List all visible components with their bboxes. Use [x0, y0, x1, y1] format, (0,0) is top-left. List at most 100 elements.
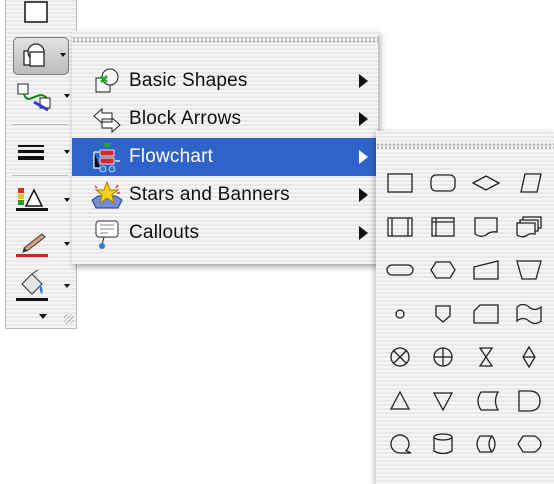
flowchart-shape-manual-operation[interactable]	[509, 250, 549, 290]
menu-item-flowchart[interactable]: Flowchart	[72, 138, 378, 176]
chevron-down-icon[interactable]	[64, 284, 70, 288]
flowchart-shape-card[interactable]	[466, 294, 506, 334]
or-icon	[433, 347, 453, 367]
sort-icon	[522, 345, 536, 369]
flowchart-shape-connector[interactable]	[380, 294, 420, 334]
fill-color-button[interactable]	[14, 184, 70, 218]
flowchart-shape-display[interactable]	[509, 424, 549, 464]
flowchart-shape-document[interactable]	[466, 207, 506, 247]
flowchart-shape-punched-tape[interactable]	[509, 294, 549, 334]
paint-bucket-icon	[16, 270, 48, 301]
chevron-down-icon[interactable]	[64, 198, 70, 202]
flowchart-shape-extract[interactable]	[380, 381, 420, 421]
flowchart-shape-manual-input[interactable]	[466, 250, 506, 290]
chevron-down-icon[interactable]	[60, 53, 66, 57]
resize-grip[interactable]	[64, 314, 74, 324]
basic-shapes-icon	[95, 68, 119, 93]
tearoff-handle[interactable]	[72, 37, 378, 43]
rectangle-tool-button[interactable]	[14, 0, 64, 34]
manual-operation-icon	[516, 260, 542, 280]
stored-data-icon	[477, 390, 500, 411]
flowchart-shape-delay[interactable]	[509, 381, 549, 421]
manual-input-icon	[473, 260, 499, 280]
flowchart-icon	[93, 143, 120, 173]
menu-item-stars-and-banners[interactable]: Stars and Banners	[72, 176, 378, 214]
predefined-process-icon	[387, 216, 413, 237]
internal-storage-icon	[431, 216, 455, 237]
flowchart-shape-data[interactable]	[509, 163, 549, 203]
flowchart-shape-collate[interactable]	[466, 337, 506, 377]
callouts-icon	[95, 220, 119, 249]
punched-tape-icon	[516, 303, 542, 324]
menu-item-label: Stars and Banners	[129, 184, 290, 205]
preparation-icon	[430, 261, 456, 279]
data-icon	[520, 173, 542, 193]
flowchart-shape-multidocument[interactable]	[509, 207, 549, 247]
flowchart-shape-summing-junction[interactable]	[380, 337, 420, 377]
flowchart-shape-direct-access-storage[interactable]	[466, 424, 506, 464]
flowchart-shape-process[interactable]	[380, 163, 420, 203]
submenu-arrow-icon	[359, 188, 368, 202]
paint-bucket-button[interactable]	[14, 270, 70, 304]
submenu-arrow-icon	[359, 150, 368, 164]
flowchart-shape-preparation[interactable]	[423, 250, 463, 290]
direct-access-storage-icon	[476, 435, 496, 453]
flowchart-shape-sort[interactable]	[509, 337, 549, 377]
toolbar-separator	[12, 124, 68, 125]
menu-item-callouts[interactable]: Callouts	[72, 214, 378, 252]
connector-icon	[395, 308, 405, 319]
chevron-down-icon[interactable]	[64, 94, 70, 98]
flowchart-shape-sequential-access-storage[interactable]	[380, 424, 420, 464]
line-color-icon	[16, 233, 48, 257]
rectangle-icon	[24, 1, 48, 23]
submenu-arrow-icon	[359, 226, 368, 240]
merge-icon	[432, 391, 454, 411]
flowchart-shape-stored-data[interactable]	[466, 381, 506, 421]
submenu-arrow-icon	[359, 74, 368, 88]
collate-icon	[478, 347, 494, 367]
menu-item-label: Callouts	[129, 222, 200, 243]
menu-item-label: Flowchart	[129, 146, 214, 167]
toolbar-separator	[12, 175, 68, 176]
line-color-button[interactable]	[14, 228, 70, 262]
stars-and-banners-icon	[91, 180, 123, 209]
flowchart-shape-terminator[interactable]	[380, 250, 420, 290]
menu-item-label: Basic Shapes	[129, 70, 248, 91]
multidocument-icon	[516, 215, 542, 237]
flowchart-shape-magnetic-disk[interactable]	[423, 424, 463, 464]
flowchart-shape-or[interactable]	[423, 337, 463, 377]
sequential-access-storage-icon	[390, 434, 412, 454]
autoshapes-menu: Basic Shapes Block Arrows Flowchart Star…	[72, 31, 378, 264]
chevron-down-icon[interactable]	[64, 242, 70, 246]
drawing-toolbar	[5, 0, 77, 329]
chevron-down-icon[interactable]	[64, 150, 70, 154]
flowchart-shape-off-page-connector[interactable]	[423, 294, 463, 334]
document-icon	[474, 216, 498, 237]
line-style-icon	[18, 145, 44, 160]
extract-icon	[389, 390, 411, 410]
terminator-icon	[386, 264, 414, 276]
flowchart-shape-merge[interactable]	[423, 381, 463, 421]
process-icon	[387, 173, 413, 193]
fill-color-icon	[16, 188, 48, 211]
block-arrows-icon	[93, 107, 121, 134]
connector-tool-button[interactable]	[14, 80, 70, 114]
magnetic-disk-icon	[433, 433, 453, 455]
summing-junction-icon	[390, 347, 410, 367]
autoshapes-button[interactable]	[13, 37, 69, 75]
flowchart-shape-internal-storage[interactable]	[423, 207, 463, 247]
flowchart-shape-alternate-process[interactable]	[423, 163, 463, 203]
more-tools-arrow[interactable]	[39, 314, 47, 319]
flowchart-shape-decision[interactable]	[466, 163, 506, 203]
delay-icon	[518, 389, 541, 412]
menu-item-basic-shapes[interactable]: Basic Shapes	[72, 62, 378, 100]
tearoff-handle[interactable]	[376, 143, 554, 149]
display-icon	[517, 435, 542, 453]
decision-icon	[471, 175, 501, 191]
line-style-button[interactable]	[14, 136, 70, 170]
flowchart-submenu	[376, 131, 554, 484]
menu-item-block-arrows[interactable]: Block Arrows	[72, 100, 378, 138]
card-icon	[473, 303, 499, 324]
connector-icon	[17, 83, 51, 112]
flowchart-shape-predefined-process[interactable]	[380, 207, 420, 247]
